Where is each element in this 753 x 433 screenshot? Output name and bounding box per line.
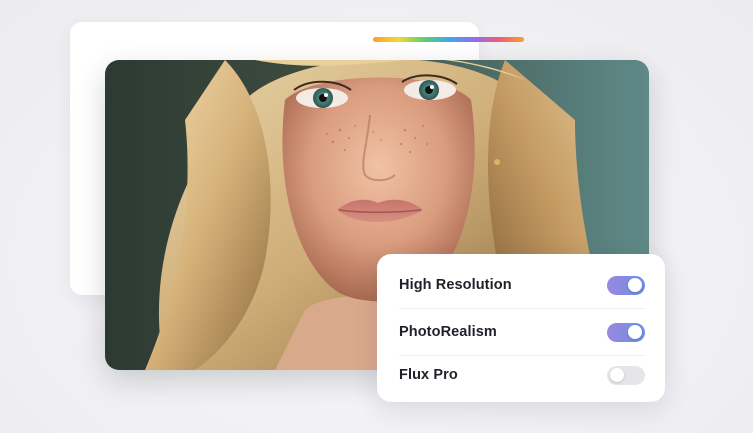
flux-pro-toggle[interactable] bbox=[607, 365, 645, 385]
toggle-knob bbox=[628, 325, 642, 339]
rainbow-accent-bar bbox=[373, 37, 524, 42]
toggle-knob bbox=[628, 278, 642, 292]
toggle-knob bbox=[610, 368, 624, 382]
settings-panel: High Resolution PhotoRealism Flux Pro bbox=[377, 254, 665, 402]
setting-row-high-resolution: High Resolution bbox=[399, 262, 645, 309]
photorealism-toggle[interactable] bbox=[607, 322, 645, 342]
setting-label: Flux Pro bbox=[399, 367, 458, 383]
setting-label: PhotoRealism bbox=[399, 324, 497, 340]
setting-row-photorealism: PhotoRealism bbox=[399, 309, 645, 356]
high-resolution-toggle[interactable] bbox=[607, 275, 645, 295]
setting-row-flux-pro: Flux Pro bbox=[399, 352, 645, 398]
setting-label: High Resolution bbox=[399, 277, 512, 293]
